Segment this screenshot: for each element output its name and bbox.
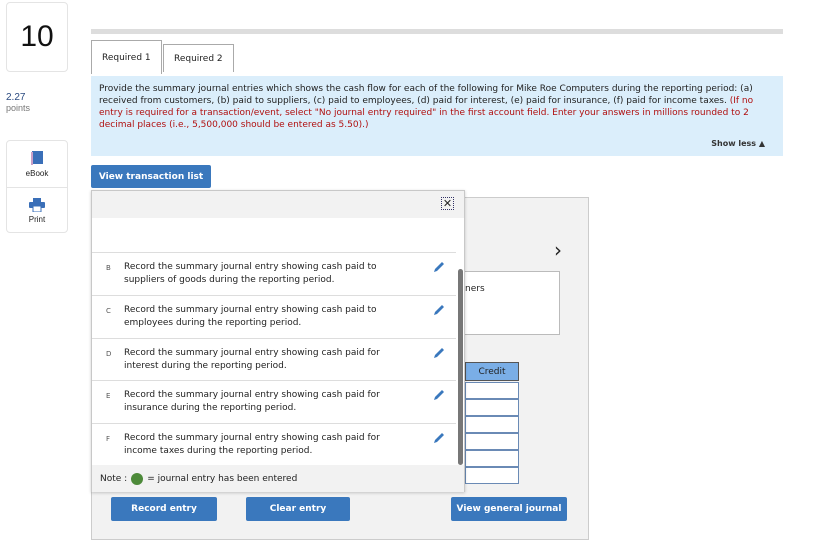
credit-input[interactable] [465, 382, 519, 399]
item-text: Record the summary journal entry showing… [124, 433, 380, 456]
tab-required-1[interactable]: Required 1 [91, 40, 162, 74]
pencil-icon[interactable] [432, 388, 446, 402]
tools-panel: eBook Print [6, 140, 68, 233]
pencil-icon[interactable] [432, 431, 446, 445]
item-letter: E [106, 392, 111, 400]
print-button[interactable]: Print [7, 187, 67, 233]
print-label: Print [28, 214, 46, 224]
pencil-icon[interactable] [432, 303, 446, 317]
credit-input[interactable] [465, 433, 519, 450]
credit-input[interactable] [465, 399, 519, 416]
entered-dot-icon [131, 472, 144, 485]
pencil-icon[interactable] [432, 260, 446, 274]
pencil-icon[interactable] [432, 346, 446, 360]
scrollbar[interactable] [458, 269, 463, 465]
popup-header: ✕ [92, 191, 464, 218]
question-number: 10 [6, 2, 68, 72]
item-text: Record the summary journal entry showing… [124, 348, 380, 371]
list-item[interactable]: C Record the summary journal entry showin… [92, 295, 456, 338]
list-item[interactable]: E Record the summary journal entry showin… [92, 380, 456, 423]
item-text: Record the summary journal entry showing… [124, 262, 377, 285]
points: 2.27 points [6, 92, 30, 113]
note-prefix: Note : [100, 473, 128, 484]
instructions: Provide the summary journal entries whic… [91, 76, 783, 156]
next-arrow-icon[interactable]: › [554, 238, 562, 262]
credit-column-header: Credit [465, 362, 519, 381]
item-letter: C [106, 307, 111, 315]
points-label: points [6, 103, 31, 113]
points-value: 2.27 [6, 92, 26, 103]
item-text: Record the summary journal entry showing… [124, 390, 380, 413]
item-text: Record the summary journal entry showing… [124, 305, 377, 328]
clear-entry-button[interactable]: Clear entry [246, 497, 350, 521]
ebook-button[interactable]: eBook [7, 141, 67, 187]
credit-input[interactable] [465, 467, 519, 484]
transaction-list-popup: ✕ B Record the summary journal entry show… [91, 190, 465, 492]
tab-required-2[interactable]: Required 2 [163, 44, 234, 72]
legend-note: Note : = journal entry has been entered [92, 465, 464, 492]
item-letter: D [106, 350, 112, 358]
credit-input[interactable] [465, 450, 519, 467]
ebook-label: eBook [25, 169, 49, 178]
progress-bar [91, 29, 783, 34]
book-icon [31, 151, 43, 165]
show-less-link[interactable]: Show less ▲ [711, 138, 765, 150]
list-item[interactable]: D Record the summary journal entry showin… [92, 338, 456, 381]
record-entry-button[interactable]: Record entry [111, 497, 217, 521]
view-general-journal-button[interactable]: View general journal [451, 497, 567, 521]
close-icon[interactable]: ✕ [441, 197, 454, 210]
item-letter: F [106, 435, 111, 443]
list-item[interactable]: B Record the summary journal entry showin… [92, 252, 456, 295]
credit-input[interactable] [465, 416, 519, 433]
printer-icon [29, 197, 45, 212]
note-text: = journal entry has been entered [147, 473, 298, 484]
instructions-text: Provide the summary journal entries whic… [99, 84, 753, 106]
item-letter: B [106, 264, 111, 272]
transaction-description: ners [452, 271, 560, 335]
list-item[interactable]: F Record the summary journal entry showin… [92, 423, 456, 466]
view-transaction-list-button[interactable]: View transaction list [91, 165, 211, 188]
